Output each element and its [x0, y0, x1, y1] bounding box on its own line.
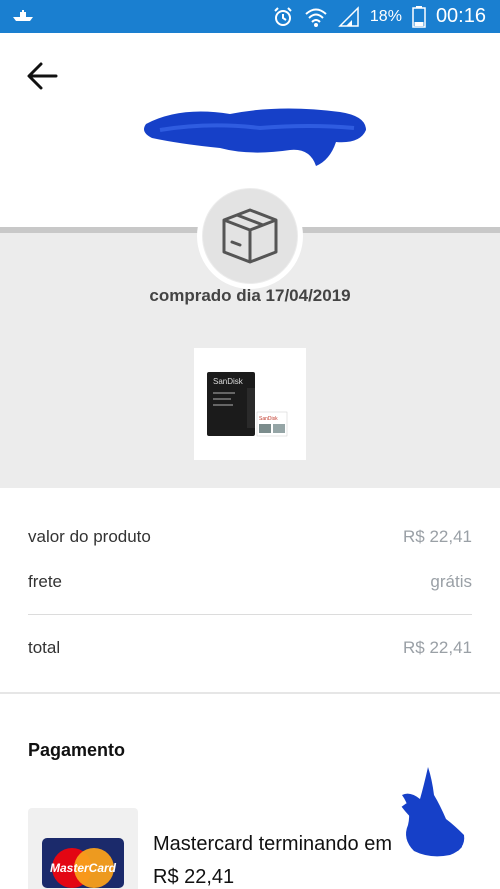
total-row: total R$ 22,41 [28, 638, 472, 658]
svg-text:SanDisk: SanDisk [259, 416, 278, 422]
card-description: Mastercard terminando em [153, 833, 392, 855]
product-value-row: valor do produto R$ 22,41 [28, 527, 472, 547]
payment-title: Pagamento [28, 740, 126, 760]
battery-percent: 18% [369, 7, 402, 25]
package-box-icon [222, 208, 278, 264]
product-thumbnail[interactable]: SanDisk SanDisk [194, 348, 306, 460]
shipping-value: grátis [430, 572, 472, 591]
wifi-icon [305, 8, 327, 27]
total-label: total [28, 638, 61, 657]
mastercard-logo: MasterCard [42, 838, 124, 888]
total-value: R$ 22,41 [403, 638, 472, 657]
purchase-date: comprado dia 17/04/2019 [149, 286, 351, 305]
sandisk-microsd-card: SanDisk SanDisk [207, 372, 288, 437]
shipping-row: frete grátis [28, 572, 472, 592]
card-brand-tile: MasterCard [28, 808, 138, 889]
payment-amount: R$ 22,41 [153, 866, 235, 888]
product-value: R$ 22,41 [403, 527, 472, 546]
redaction-scribble [401, 767, 465, 857]
arrow-left-icon[interactable] [26, 60, 60, 92]
package-status-circle [197, 183, 303, 289]
svg-text:SanDisk: SanDisk [213, 377, 244, 386]
redaction-scribble [144, 108, 366, 166]
clock: 00:16 [435, 5, 486, 27]
signal-icon [338, 5, 359, 27]
product-value-label: valor do produto [28, 527, 151, 546]
alarm-icon [274, 6, 292, 26]
section-divider [0, 692, 500, 694]
status-bar: 18% 00:16 [0, 0, 500, 33]
battery-icon [412, 5, 426, 28]
card-brand-label: MasterCard [50, 861, 117, 875]
boat-icon [13, 10, 33, 21]
shipping-label: frete [28, 572, 63, 591]
divider [28, 614, 472, 615]
